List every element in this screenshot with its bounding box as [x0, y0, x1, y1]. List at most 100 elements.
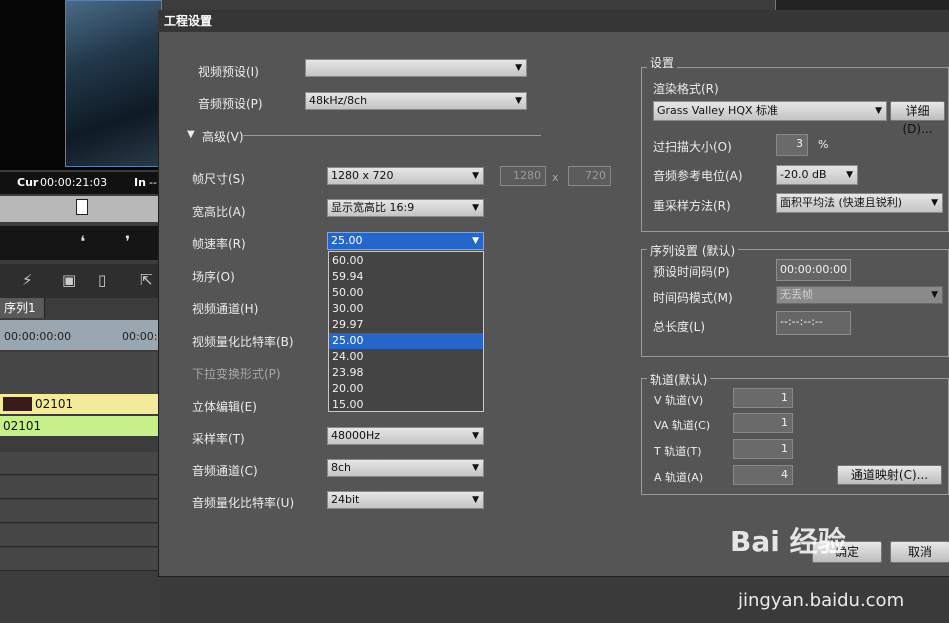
- total-length-field[interactable]: --:--:--:--: [776, 311, 851, 335]
- fps-option[interactable]: 25.00: [329, 333, 483, 349]
- timeline-ruler[interactable]: 00:00:00:00 00:00:: [0, 320, 160, 350]
- fps-option[interactable]: 60.00: [329, 253, 483, 269]
- details-button[interactable]: 详细(D)...: [890, 101, 945, 136]
- chevron-down-icon: ▼: [931, 290, 938, 300]
- edit-tool-icon[interactable]: ⚡: [22, 271, 33, 289]
- overscan-field[interactable]: 3: [776, 134, 808, 156]
- in-label: In: [134, 176, 146, 189]
- sequence-group-title: 序列设置 (默认): [647, 242, 739, 259]
- in-timecode: --: [149, 176, 157, 189]
- preset-timecode-label: 预设时间码(P): [653, 265, 730, 279]
- preset-timecode-field[interactable]: 00:00:00:00: [776, 259, 851, 281]
- fps-option[interactable]: 59.94: [329, 269, 483, 285]
- track-row: [0, 500, 160, 523]
- scrub-handle-icon[interactable]: [76, 199, 88, 215]
- t-track-field[interactable]: 1: [733, 439, 793, 459]
- audio-ref-select[interactable]: -20.0 dB ▼: [776, 165, 858, 185]
- frame-height-field[interactable]: 720: [568, 166, 611, 186]
- video-preset-select[interactable]: ▼: [305, 59, 527, 77]
- document-icon[interactable]: ▯: [98, 271, 106, 289]
- resample-label: 重采样方法(R): [653, 199, 731, 213]
- sample-rate-label: 采样率(T): [192, 432, 245, 446]
- v-track-label: V 轨道(V): [654, 394, 704, 407]
- chevron-down-icon: ▼: [931, 198, 938, 208]
- timeline-clip[interactable]: 02101: [0, 416, 160, 436]
- chevron-down-icon: ▼: [846, 170, 853, 180]
- fps-label: 帧速率(R): [192, 237, 246, 251]
- chevron-down-icon: ▼: [472, 495, 479, 505]
- preview-frame: [65, 0, 162, 167]
- field-order-label: 场序(O): [192, 270, 235, 284]
- settings-group-title: 设置: [647, 54, 678, 71]
- export-icon[interactable]: ⇱: [140, 271, 153, 289]
- va-track-field[interactable]: 1: [733, 413, 793, 433]
- aspect-select[interactable]: 显示宽高比 16:9 ▼: [327, 199, 484, 217]
- clip-thumbnail: [3, 397, 32, 411]
- track-row: [0, 452, 160, 475]
- chevron-down-icon: ▼: [472, 171, 479, 181]
- audio-channel-label: 音频通道(C): [192, 464, 258, 478]
- sequence-tab[interactable]: 序列1: [0, 298, 45, 318]
- fps-option[interactable]: 15.00: [329, 397, 483, 413]
- total-length-label: 总长度(L): [653, 320, 706, 334]
- mark-in-icon[interactable]: ❛: [80, 232, 85, 251]
- sample-rate-select[interactable]: 48000Hz ▼: [327, 427, 484, 445]
- aspect-label: 宽高比(A): [192, 205, 246, 219]
- cancel-button[interactable]: 取消: [890, 541, 949, 563]
- fps-option[interactable]: 24.00: [329, 349, 483, 365]
- frame-size-select[interactable]: 1280 x 720 ▼: [327, 167, 484, 185]
- tracks-group-title: 轨道(默认): [647, 371, 711, 388]
- fps-option[interactable]: 20.00: [329, 381, 483, 397]
- video-bitdepth-label: 视频量化比特率(B): [192, 335, 294, 349]
- audio-preset-select[interactable]: 48kHz/8ch ▼: [305, 92, 527, 110]
- tc-mode-select[interactable]: 无丢帧 ▼: [776, 286, 943, 304]
- track-row: [0, 548, 160, 571]
- audio-ref-label: 音频参考电位(A): [653, 169, 743, 183]
- v-track-field[interactable]: 1: [733, 388, 793, 408]
- track-row: [0, 524, 160, 547]
- clip-name: 02101: [35, 397, 74, 411]
- render-format-label: 渲染格式(R): [653, 82, 719, 96]
- fps-option[interactable]: 30.00: [329, 301, 483, 317]
- timeline-toolbar: ⚡ ▣ ▯ ⇱: [0, 264, 160, 298]
- fps-select[interactable]: 25.00 ▼: [327, 232, 484, 250]
- a-track-label: A 轨道(A): [654, 471, 704, 484]
- track-row: [0, 476, 160, 499]
- camera-icon[interactable]: ▣: [62, 271, 76, 289]
- watermark-url: jingyan.baidu.com: [738, 590, 905, 611]
- cur-timecode: 00:00:21:03: [40, 176, 108, 189]
- frame-x-separator: x: [552, 171, 559, 184]
- collapse-triangle-icon[interactable]: ▼: [187, 129, 195, 140]
- video-preset-label: 视频预设(I): [198, 65, 259, 79]
- track-row: [0, 372, 160, 395]
- mark-out-icon[interactable]: ❜: [125, 232, 130, 251]
- mark-toolbar: ❛ ❜: [0, 226, 160, 260]
- frame-width-field[interactable]: 1280: [500, 166, 546, 186]
- audio-bitdepth-select[interactable]: 24bit ▼: [327, 491, 484, 509]
- channel-mapping-button[interactable]: 通道映射(C)...: [837, 465, 942, 485]
- watermark-logo: Bai 经验: [730, 525, 846, 558]
- fps-option[interactable]: 23.98: [329, 365, 483, 381]
- audio-bitdepth-label: 音频量化比特率(U): [192, 496, 295, 510]
- resample-select[interactable]: 面积平均法 (快速且锐利) ▼: [776, 193, 943, 213]
- video-channel-label: 视频通道(H): [192, 302, 259, 316]
- ruler-next: 00:00:: [122, 330, 158, 343]
- a-track-field[interactable]: 4: [733, 465, 793, 485]
- overscan-label: 过扫描大小(O): [653, 140, 732, 154]
- render-format-select[interactable]: Grass Valley HQX 标准 ▼: [653, 101, 887, 121]
- chevron-down-icon: ▼: [472, 203, 479, 213]
- advanced-label[interactable]: 高级(V): [202, 128, 244, 145]
- audio-channel-select[interactable]: 8ch ▼: [327, 459, 484, 477]
- chevron-down-icon: ▼: [472, 431, 479, 441]
- chevron-down-icon: ▼: [875, 106, 882, 116]
- chevron-down-icon: ▼: [515, 96, 522, 106]
- dialog-title: 工程设置: [164, 14, 213, 28]
- stereo-edit-label: 立体编辑(E): [192, 400, 257, 414]
- fps-dropdown-list[interactable]: 60.00 59.94 50.00 30.00 29.97 25.00 24.00 23.98…: [328, 251, 484, 412]
- chevron-down-icon: ▼: [472, 236, 479, 246]
- ruler-start: 00:00:00:00: [4, 330, 72, 343]
- chevron-down-icon: ▼: [472, 463, 479, 473]
- timecode-bar: Cur 00:00:21:03 In --: [0, 172, 160, 194]
- fps-option[interactable]: 50.00: [329, 285, 483, 301]
- fps-option[interactable]: 29.97: [329, 317, 483, 333]
